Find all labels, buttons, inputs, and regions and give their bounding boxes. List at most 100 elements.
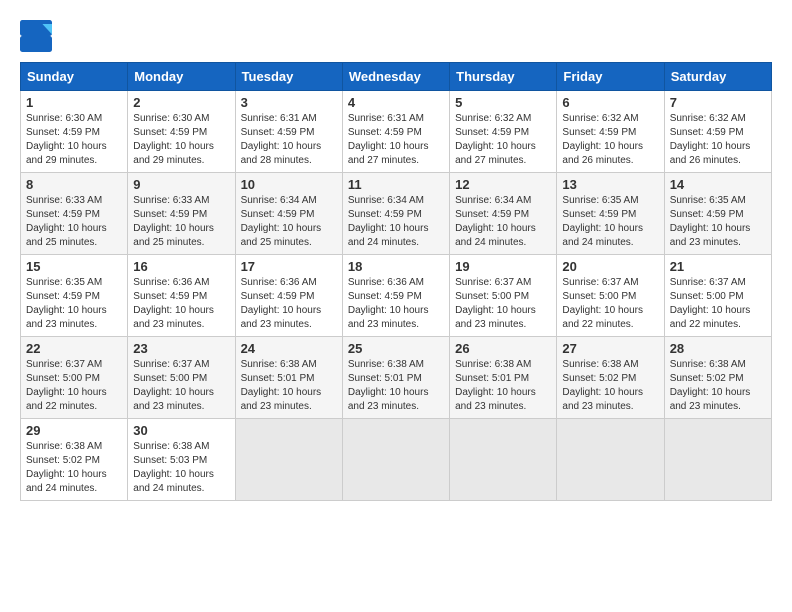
day-info: Sunrise: 6:38 AM Sunset: 5:01 PM Dayligh… — [241, 358, 337, 414]
sunrise-label: Sunrise: 6:38 AM — [241, 359, 317, 370]
daylight-label: Daylight: 10 hours and 24 minutes. — [26, 469, 107, 494]
sunset-label: Sunset: 4:59 PM — [133, 291, 207, 302]
calendar-cell: 18 Sunrise: 6:36 AM Sunset: 4:59 PM Dayl… — [342, 255, 449, 337]
calendar-cell — [235, 419, 342, 501]
daylight-label: Daylight: 10 hours and 23 minutes. — [455, 387, 536, 412]
sunrise-label: Sunrise: 6:31 AM — [348, 113, 424, 124]
daylight-label: Daylight: 10 hours and 24 minutes. — [348, 223, 429, 248]
sunrise-label: Sunrise: 6:32 AM — [455, 113, 531, 124]
day-number: 25 — [348, 341, 444, 356]
calendar-cell: 30 Sunrise: 6:38 AM Sunset: 5:03 PM Dayl… — [128, 419, 235, 501]
sunrise-label: Sunrise: 6:38 AM — [455, 359, 531, 370]
calendar-cell — [664, 419, 771, 501]
daylight-label: Daylight: 10 hours and 24 minutes. — [133, 469, 214, 494]
day-number: 6 — [562, 95, 658, 110]
column-header-tuesday: Tuesday — [235, 63, 342, 91]
calendar-cell — [557, 419, 664, 501]
calendar-cell: 25 Sunrise: 6:38 AM Sunset: 5:01 PM Dayl… — [342, 337, 449, 419]
day-info: Sunrise: 6:38 AM Sunset: 5:01 PM Dayligh… — [455, 358, 551, 414]
calendar-cell: 10 Sunrise: 6:34 AM Sunset: 4:59 PM Dayl… — [235, 173, 342, 255]
sunset-label: Sunset: 4:59 PM — [241, 127, 315, 138]
daylight-label: Daylight: 10 hours and 23 minutes. — [133, 387, 214, 412]
sunrise-label: Sunrise: 6:32 AM — [670, 113, 746, 124]
day-info: Sunrise: 6:30 AM Sunset: 4:59 PM Dayligh… — [26, 112, 122, 168]
calendar-cell: 13 Sunrise: 6:35 AM Sunset: 4:59 PM Dayl… — [557, 173, 664, 255]
day-info: Sunrise: 6:37 AM Sunset: 5:00 PM Dayligh… — [133, 358, 229, 414]
day-info: Sunrise: 6:38 AM Sunset: 5:02 PM Dayligh… — [670, 358, 766, 414]
logo-icon — [20, 20, 52, 52]
sunrise-label: Sunrise: 6:36 AM — [241, 277, 317, 288]
calendar-cell: 15 Sunrise: 6:35 AM Sunset: 4:59 PM Dayl… — [21, 255, 128, 337]
sunrise-label: Sunrise: 6:32 AM — [562, 113, 638, 124]
day-number: 28 — [670, 341, 766, 356]
day-number: 3 — [241, 95, 337, 110]
calendar-week-row: 22 Sunrise: 6:37 AM Sunset: 5:00 PM Dayl… — [21, 337, 772, 419]
calendar-week-row: 29 Sunrise: 6:38 AM Sunset: 5:02 PM Dayl… — [21, 419, 772, 501]
daylight-label: Daylight: 10 hours and 23 minutes. — [348, 305, 429, 330]
day-info: Sunrise: 6:35 AM Sunset: 4:59 PM Dayligh… — [670, 194, 766, 250]
calendar-cell: 2 Sunrise: 6:30 AM Sunset: 4:59 PM Dayli… — [128, 91, 235, 173]
daylight-label: Daylight: 10 hours and 23 minutes. — [241, 387, 322, 412]
day-info: Sunrise: 6:31 AM Sunset: 4:59 PM Dayligh… — [348, 112, 444, 168]
sunset-label: Sunset: 4:59 PM — [241, 209, 315, 220]
daylight-label: Daylight: 10 hours and 27 minutes. — [348, 141, 429, 166]
sunset-label: Sunset: 4:59 PM — [348, 127, 422, 138]
daylight-label: Daylight: 10 hours and 29 minutes. — [133, 141, 214, 166]
calendar-cell: 20 Sunrise: 6:37 AM Sunset: 5:00 PM Dayl… — [557, 255, 664, 337]
sunset-label: Sunset: 4:59 PM — [562, 127, 636, 138]
day-number: 16 — [133, 259, 229, 274]
calendar-cell: 16 Sunrise: 6:36 AM Sunset: 4:59 PM Dayl… — [128, 255, 235, 337]
day-number: 23 — [133, 341, 229, 356]
day-info: Sunrise: 6:37 AM Sunset: 5:00 PM Dayligh… — [26, 358, 122, 414]
sunset-label: Sunset: 4:59 PM — [241, 291, 315, 302]
calendar-cell — [342, 419, 449, 501]
day-number: 5 — [455, 95, 551, 110]
day-info: Sunrise: 6:32 AM Sunset: 4:59 PM Dayligh… — [562, 112, 658, 168]
sunset-label: Sunset: 4:59 PM — [26, 291, 100, 302]
sunrise-label: Sunrise: 6:38 AM — [348, 359, 424, 370]
day-number: 21 — [670, 259, 766, 274]
sunrise-label: Sunrise: 6:34 AM — [455, 195, 531, 206]
calendar-header-row: SundayMondayTuesdayWednesdayThursdayFrid… — [21, 63, 772, 91]
daylight-label: Daylight: 10 hours and 23 minutes. — [670, 387, 751, 412]
daylight-label: Daylight: 10 hours and 24 minutes. — [455, 223, 536, 248]
day-info: Sunrise: 6:37 AM Sunset: 5:00 PM Dayligh… — [562, 276, 658, 332]
day-number: 24 — [241, 341, 337, 356]
calendar-cell: 28 Sunrise: 6:38 AM Sunset: 5:02 PM Dayl… — [664, 337, 771, 419]
sunrise-label: Sunrise: 6:34 AM — [348, 195, 424, 206]
sunrise-label: Sunrise: 6:30 AM — [26, 113, 102, 124]
sunset-label: Sunset: 5:00 PM — [562, 291, 636, 302]
sunrise-label: Sunrise: 6:33 AM — [26, 195, 102, 206]
column-header-thursday: Thursday — [450, 63, 557, 91]
daylight-label: Daylight: 10 hours and 25 minutes. — [133, 223, 214, 248]
page-header — [20, 20, 772, 52]
calendar-cell: 3 Sunrise: 6:31 AM Sunset: 4:59 PM Dayli… — [235, 91, 342, 173]
day-info: Sunrise: 6:35 AM Sunset: 4:59 PM Dayligh… — [26, 276, 122, 332]
calendar-cell: 6 Sunrise: 6:32 AM Sunset: 4:59 PM Dayli… — [557, 91, 664, 173]
day-info: Sunrise: 6:32 AM Sunset: 4:59 PM Dayligh… — [670, 112, 766, 168]
daylight-label: Daylight: 10 hours and 28 minutes. — [241, 141, 322, 166]
calendar-body: 1 Sunrise: 6:30 AM Sunset: 4:59 PM Dayli… — [21, 91, 772, 501]
daylight-label: Daylight: 10 hours and 23 minutes. — [562, 387, 643, 412]
day-number: 8 — [26, 177, 122, 192]
calendar-cell: 27 Sunrise: 6:38 AM Sunset: 5:02 PM Dayl… — [557, 337, 664, 419]
day-number: 9 — [133, 177, 229, 192]
logo — [20, 20, 56, 52]
day-number: 4 — [348, 95, 444, 110]
day-number: 11 — [348, 177, 444, 192]
day-number: 22 — [26, 341, 122, 356]
sunset-label: Sunset: 4:59 PM — [348, 209, 422, 220]
daylight-label: Daylight: 10 hours and 23 minutes. — [455, 305, 536, 330]
sunset-label: Sunset: 5:00 PM — [26, 373, 100, 384]
calendar-cell: 24 Sunrise: 6:38 AM Sunset: 5:01 PM Dayl… — [235, 337, 342, 419]
day-info: Sunrise: 6:38 AM Sunset: 5:02 PM Dayligh… — [562, 358, 658, 414]
sunset-label: Sunset: 4:59 PM — [670, 127, 744, 138]
day-info: Sunrise: 6:38 AM Sunset: 5:01 PM Dayligh… — [348, 358, 444, 414]
day-info: Sunrise: 6:33 AM Sunset: 4:59 PM Dayligh… — [133, 194, 229, 250]
day-number: 26 — [455, 341, 551, 356]
column-header-wednesday: Wednesday — [342, 63, 449, 91]
sunset-label: Sunset: 5:02 PM — [562, 373, 636, 384]
day-number: 7 — [670, 95, 766, 110]
calendar-cell: 22 Sunrise: 6:37 AM Sunset: 5:00 PM Dayl… — [21, 337, 128, 419]
sunset-label: Sunset: 4:59 PM — [670, 209, 744, 220]
